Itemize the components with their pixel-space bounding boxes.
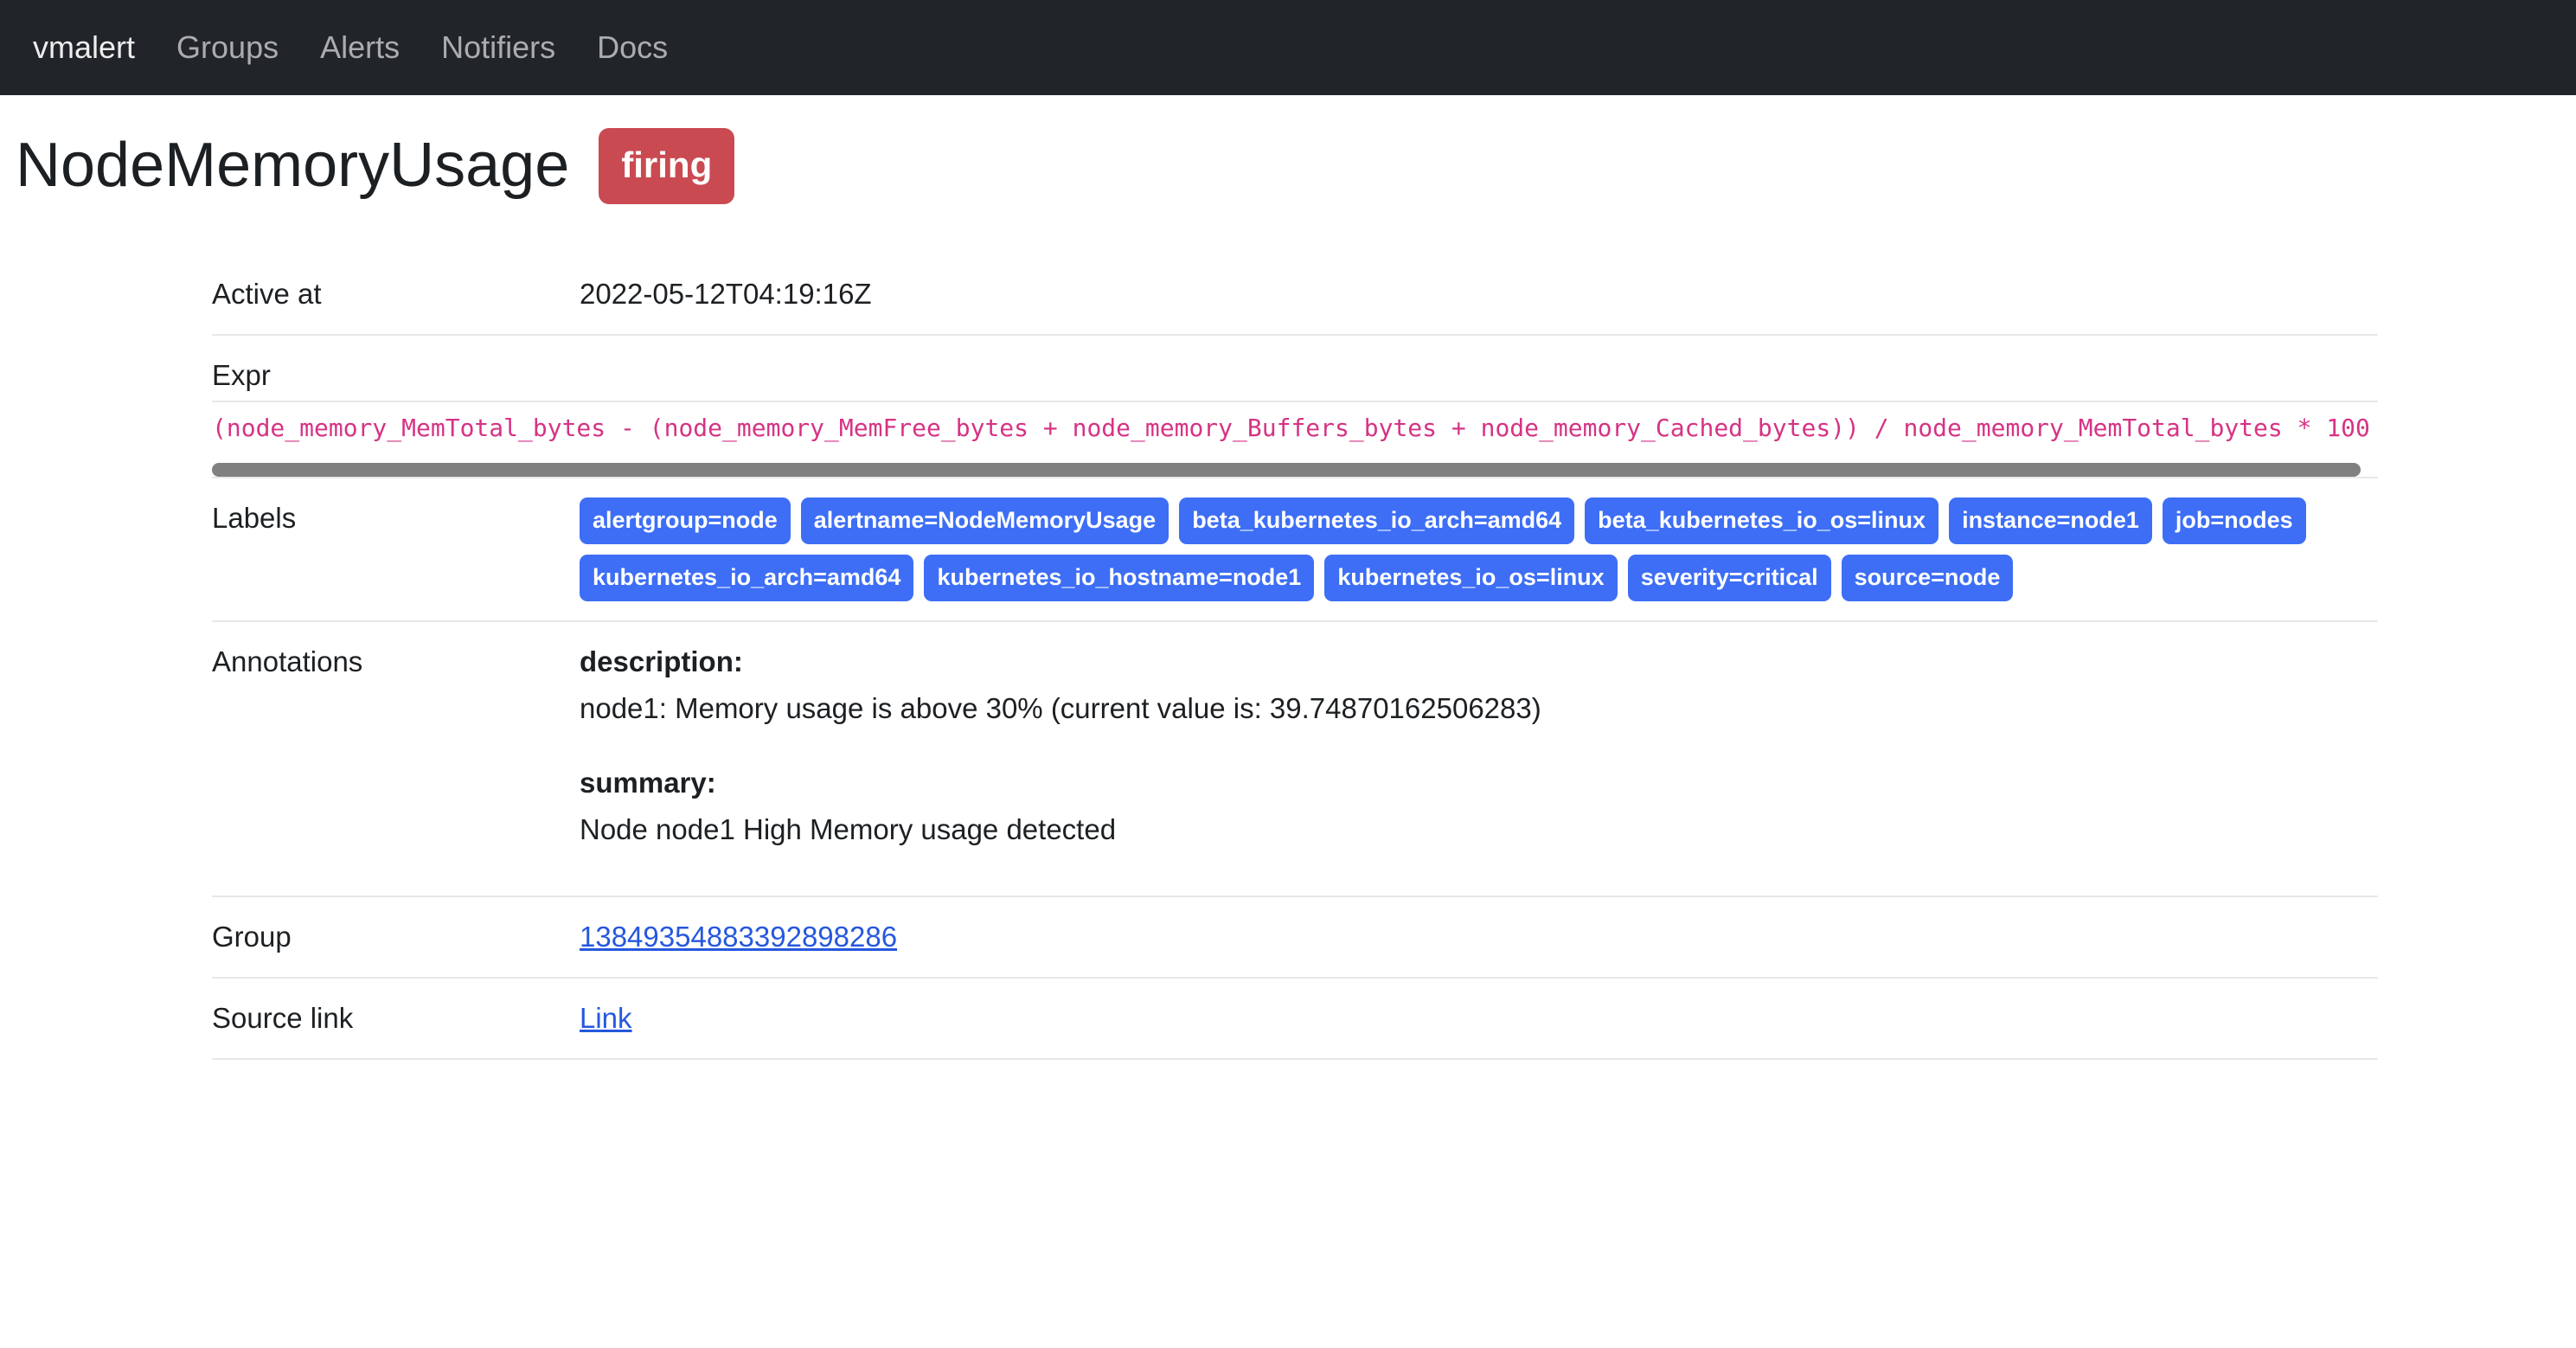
label-badge-kubernetes-io-os[interactable]: kubernetes_io_os=linux: [1324, 555, 1617, 601]
alert-detail-table: Active at 2022-05-12T04:19:16Z Expr (nod…: [212, 254, 2378, 1060]
annotation-key-description: description:: [580, 645, 2378, 678]
navbar-links: vmalert Groups Alerts Notifiers Docs: [33, 32, 668, 63]
row-label-source-link: Source link: [212, 978, 580, 1059]
table-row-labels: Labels alertgroup=node alertname=NodeMem…: [212, 478, 2378, 621]
nav-link-alerts[interactable]: Alerts: [320, 32, 400, 63]
row-label-active-at: Active at: [212, 254, 580, 335]
nav-link-docs[interactable]: Docs: [597, 32, 668, 63]
expr-code: (node_memory_MemTotal_bytes - (node_memo…: [212, 402, 2378, 446]
row-label-group: Group: [212, 896, 580, 978]
label-badge-alertname[interactable]: alertname=NodeMemoryUsage: [801, 497, 1169, 544]
navbar-brand-vmalert[interactable]: vmalert: [33, 32, 135, 63]
expr-scroll-area[interactable]: (node_memory_MemTotal_bytes - (node_memo…: [212, 402, 2378, 477]
annotation-description: description: node1: Memory usage is abov…: [580, 645, 2378, 728]
label-badge-instance[interactable]: instance=node1: [1949, 497, 2152, 544]
label-badge-kubernetes-io-hostname[interactable]: kubernetes_io_hostname=node1: [924, 555, 1314, 601]
annotation-summary: summary: Node node1 High Memory usage de…: [580, 767, 2378, 849]
row-label-expr: Expr: [212, 335, 580, 401]
label-badge-source[interactable]: source=node: [1842, 555, 2014, 601]
row-label-annotations: Annotations: [212, 621, 580, 897]
group-link[interactable]: 13849354883392898286: [580, 921, 897, 953]
top-navbar: vmalert Groups Alerts Notifiers Docs: [0, 0, 2576, 95]
label-badge-list: alertgroup=node alertname=NodeMemoryUsag…: [580, 497, 2396, 601]
expr-scrollbar-thumb[interactable]: [212, 463, 2361, 477]
row-value-labels: alertgroup=node alertname=NodeMemoryUsag…: [580, 478, 2378, 621]
row-label-labels: Labels: [212, 478, 580, 621]
table-row-group: Group 13849354883392898286: [212, 896, 2378, 978]
row-value-active-at: 2022-05-12T04:19:16Z: [580, 254, 2378, 335]
page-header: NodeMemoryUsage firing: [0, 95, 2576, 204]
nav-link-groups[interactable]: Groups: [176, 32, 279, 63]
nav-link-notifiers[interactable]: Notifiers: [441, 32, 555, 63]
row-value-annotations: description: node1: Memory usage is abov…: [580, 621, 2378, 897]
alert-detail-section: Active at 2022-05-12T04:19:16Z Expr (nod…: [0, 254, 2576, 1060]
page-title: NodeMemoryUsage: [16, 132, 569, 200]
row-value-expr-container: (node_memory_MemTotal_bytes - (node_memo…: [212, 401, 2378, 478]
table-row-active-at: Active at 2022-05-12T04:19:16Z: [212, 254, 2378, 335]
table-row-expr-value: (node_memory_MemTotal_bytes - (node_memo…: [212, 401, 2378, 478]
annotation-key-summary: summary:: [580, 767, 2378, 799]
source-link[interactable]: Link: [580, 1002, 632, 1034]
row-value-group: 13849354883392898286: [580, 896, 2378, 978]
annotation-value-summary: Node node1 High Memory usage detected: [580, 812, 2378, 849]
table-row-annotations: Annotations description: node1: Memory u…: [212, 621, 2378, 897]
label-badge-job[interactable]: job=nodes: [2163, 497, 2306, 544]
row-value-source-link: Link: [580, 978, 2378, 1059]
label-badge-alertgroup[interactable]: alertgroup=node: [580, 497, 791, 544]
label-badge-kubernetes-io-arch[interactable]: kubernetes_io_arch=amd64: [580, 555, 913, 601]
label-badge-severity[interactable]: severity=critical: [1628, 555, 1831, 601]
table-row-source-link: Source link Link: [212, 978, 2378, 1059]
label-badge-beta-kubernetes-io-arch[interactable]: beta_kubernetes_io_arch=amd64: [1179, 497, 1574, 544]
annotation-value-description: node1: Memory usage is above 30% (curren…: [580, 690, 2378, 728]
label-badge-beta-kubernetes-io-os[interactable]: beta_kubernetes_io_os=linux: [1585, 497, 1938, 544]
table-row-expr: Expr: [212, 335, 2378, 401]
status-badge: firing: [599, 128, 734, 204]
expr-horizontal-scrollbar[interactable]: [212, 463, 2378, 477]
